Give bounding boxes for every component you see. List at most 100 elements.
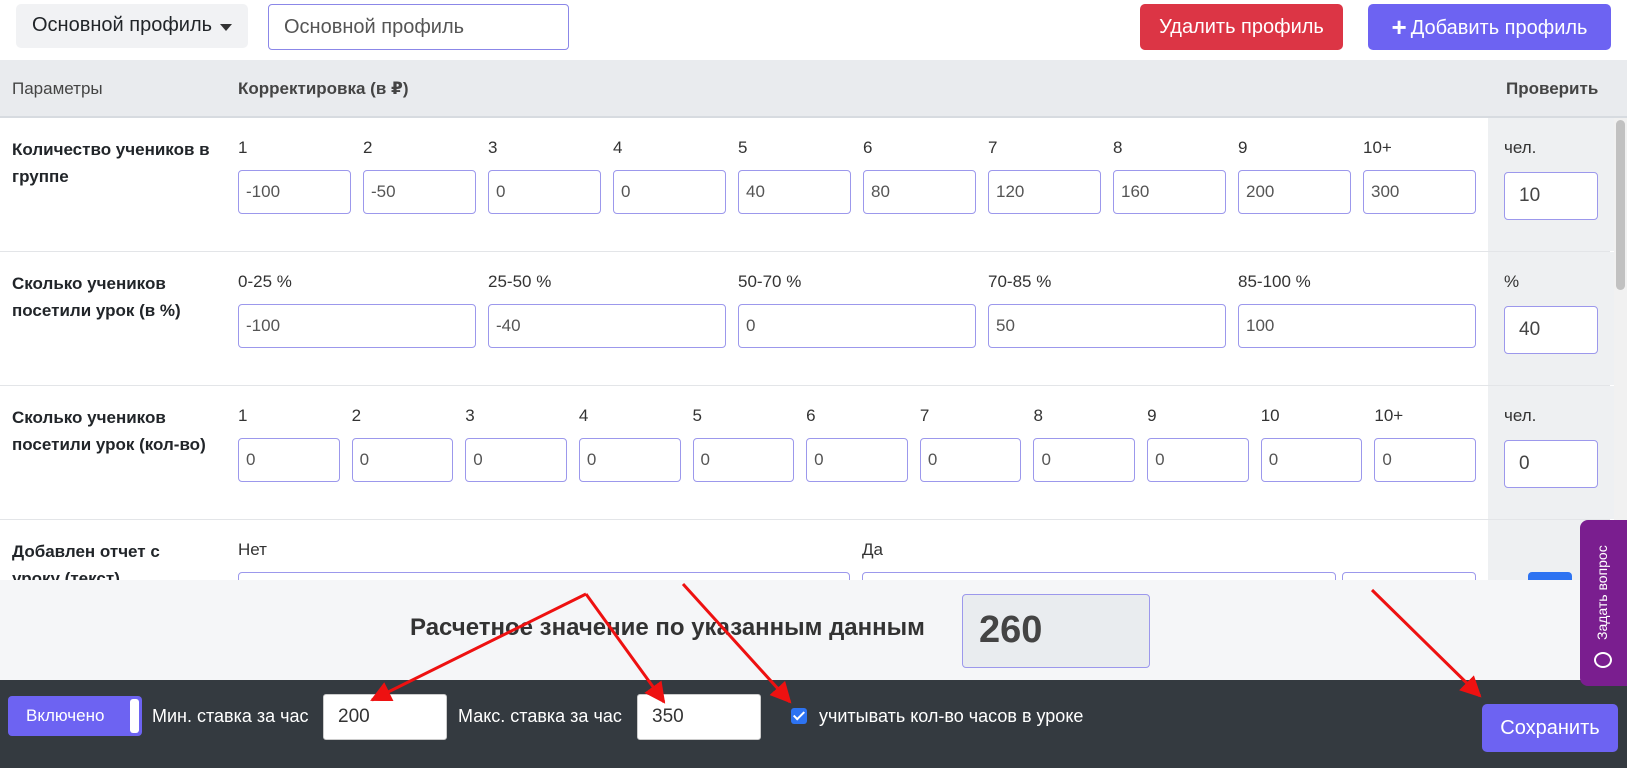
- cell-label: 7: [988, 138, 998, 157]
- table-body: Количество учеников в группе 12345678910…: [0, 118, 1627, 580]
- header-params: Параметры: [12, 79, 103, 98]
- cell-input[interactable]: [988, 170, 1101, 214]
- check-unit-label: чел.: [1504, 406, 1537, 425]
- cell-input[interactable]: [1238, 170, 1351, 214]
- cell-label: 9: [1147, 406, 1157, 425]
- cell-label: 25-50 %: [488, 272, 552, 291]
- cell-input[interactable]: [738, 304, 976, 348]
- toggle-knob: [130, 699, 139, 733]
- cell-label: 8: [1033, 406, 1043, 425]
- cell-input[interactable]: [1147, 438, 1249, 482]
- calc-section: Расчетное значение по указанным данным 2…: [0, 580, 1627, 680]
- plus-icon: +: [1391, 11, 1407, 42]
- cell-input[interactable]: [806, 438, 908, 482]
- enabled-toggle-label: Включено: [26, 706, 105, 725]
- cell-input[interactable]: [692, 438, 795, 482]
- cell-input[interactable]: [465, 438, 567, 482]
- chat-bubble-icon: [1594, 652, 1612, 668]
- cell-input[interactable]: [238, 304, 476, 348]
- profile-name-input[interactable]: [268, 4, 569, 50]
- cell-input[interactable]: [578, 438, 681, 482]
- cell-input[interactable]: [919, 438, 1022, 482]
- row-label: Сколько учеников посетили урок (кол-во): [12, 408, 206, 454]
- cell-label: 3: [488, 138, 498, 157]
- cell-input[interactable]: [1374, 438, 1476, 482]
- cell-input[interactable]: [1238, 304, 1476, 348]
- cell-input[interactable]: [363, 170, 476, 214]
- cell-label: 1: [238, 406, 248, 425]
- header-correction: Корректировка (в ₽): [238, 79, 409, 98]
- check-unit-label: %: [1504, 272, 1520, 291]
- row-label: Количество учеников в группе: [12, 140, 210, 186]
- cell-label: Нет: [238, 540, 267, 559]
- calc-label: Расчетное значение по указанным данным: [410, 614, 925, 641]
- profile-bar: Основной профиль Удалить профиль +Добави…: [0, 0, 1627, 60]
- scrollbar-thumb[interactable]: [1616, 120, 1625, 290]
- cell-label: 5: [738, 138, 748, 157]
- cell-label: 6: [806, 406, 816, 425]
- check-column: чел.: [1488, 118, 1622, 251]
- add-profile-label: Добавить профиль: [1410, 16, 1588, 39]
- max-rate-label: Макс. ставка за час: [458, 706, 622, 726]
- cell-input[interactable]: [488, 304, 726, 348]
- add-profile-button[interactable]: + Добавить профиль: [1368, 4, 1611, 50]
- profile-dropdown[interactable]: Основной профиль: [16, 4, 248, 48]
- cell-input[interactable]: [863, 170, 976, 214]
- check-column: чел.: [1488, 386, 1622, 519]
- table-header: Параметры Корректировка (в ₽) Проверить: [0, 60, 1627, 118]
- check-toggle[interactable]: [1528, 572, 1572, 580]
- cell-label: Да: [862, 540, 883, 559]
- cell-input[interactable]: [1113, 170, 1226, 214]
- cell-input[interactable]: [351, 438, 454, 482]
- ask-question-widget[interactable]: Задать вопрос: [1580, 520, 1627, 686]
- ask-question-label: Задать вопрос: [1594, 545, 1610, 640]
- cell-input[interactable]: [238, 170, 351, 214]
- scrollbar[interactable]: [1614, 118, 1627, 580]
- cell-input[interactable]: [738, 170, 851, 214]
- check-input[interactable]: [1504, 172, 1598, 220]
- delete-profile-button[interactable]: Удалить профиль: [1140, 4, 1343, 50]
- cell-label: 10+: [1363, 138, 1392, 157]
- hours-checkbox[interactable]: [791, 708, 807, 724]
- cell-label: 4: [578, 406, 589, 425]
- calc-value: 260: [962, 594, 1150, 668]
- min-rate-label: Мин. ставка за час: [152, 706, 309, 726]
- table-row: Количество учеников в группе 1 2 3 4 5 6 7 8 9 10…: [0, 118, 1622, 252]
- cell-select[interactable]: [238, 572, 850, 580]
- max-rate-input[interactable]: [637, 694, 761, 740]
- check-unit-label: чел.: [1504, 138, 1537, 157]
- header-check: Проверить: [1506, 79, 1599, 98]
- check-input[interactable]: [1504, 440, 1598, 488]
- footer-bar: Включено Мин. ставка за час Макс. ставка…: [0, 680, 1627, 768]
- cell-input[interactable]: [988, 304, 1226, 348]
- hours-label: учитывать кол-во часов в уроке: [819, 706, 1084, 726]
- cell-label: 1: [238, 138, 248, 157]
- row-label: Сколько учеников посетили урок (в %): [12, 274, 181, 320]
- min-rate-input[interactable]: [323, 694, 447, 740]
- cell-label: 6: [863, 138, 873, 157]
- table-row: Сколько учеников посетили урок (кол-во) …: [0, 386, 1622, 520]
- cell-input[interactable]: [1363, 170, 1476, 214]
- profile-dropdown-label: Основной профиль: [32, 14, 213, 36]
- cell-input[interactable]: [1260, 438, 1363, 482]
- cell-label: 3: [465, 406, 475, 425]
- enabled-toggle[interactable]: Включено: [8, 696, 142, 736]
- cell-label: 2: [363, 138, 373, 157]
- cell-input[interactable]: [238, 438, 340, 482]
- cell-label: 10+: [1374, 406, 1404, 425]
- cell-label: 5: [692, 406, 702, 425]
- caret-down-icon: [220, 24, 232, 31]
- cell-label: 7: [919, 406, 930, 425]
- cell-label: 0-25 %: [238, 272, 292, 291]
- cell-input[interactable]: [1342, 572, 1476, 580]
- cell-select[interactable]: [862, 572, 1336, 580]
- cell-label: 4: [613, 138, 623, 157]
- save-button[interactable]: Сохранить: [1482, 704, 1618, 752]
- cell-label: 2: [351, 406, 362, 425]
- table-row: Добавлен отчет с уроку (текст) Нет Да: [0, 520, 1622, 580]
- cell-input[interactable]: [613, 170, 726, 214]
- row-label: Добавлен отчет с уроку (текст): [12, 542, 160, 580]
- cell-input[interactable]: [488, 170, 601, 214]
- cell-input[interactable]: [1033, 438, 1136, 482]
- check-input[interactable]: [1504, 306, 1598, 354]
